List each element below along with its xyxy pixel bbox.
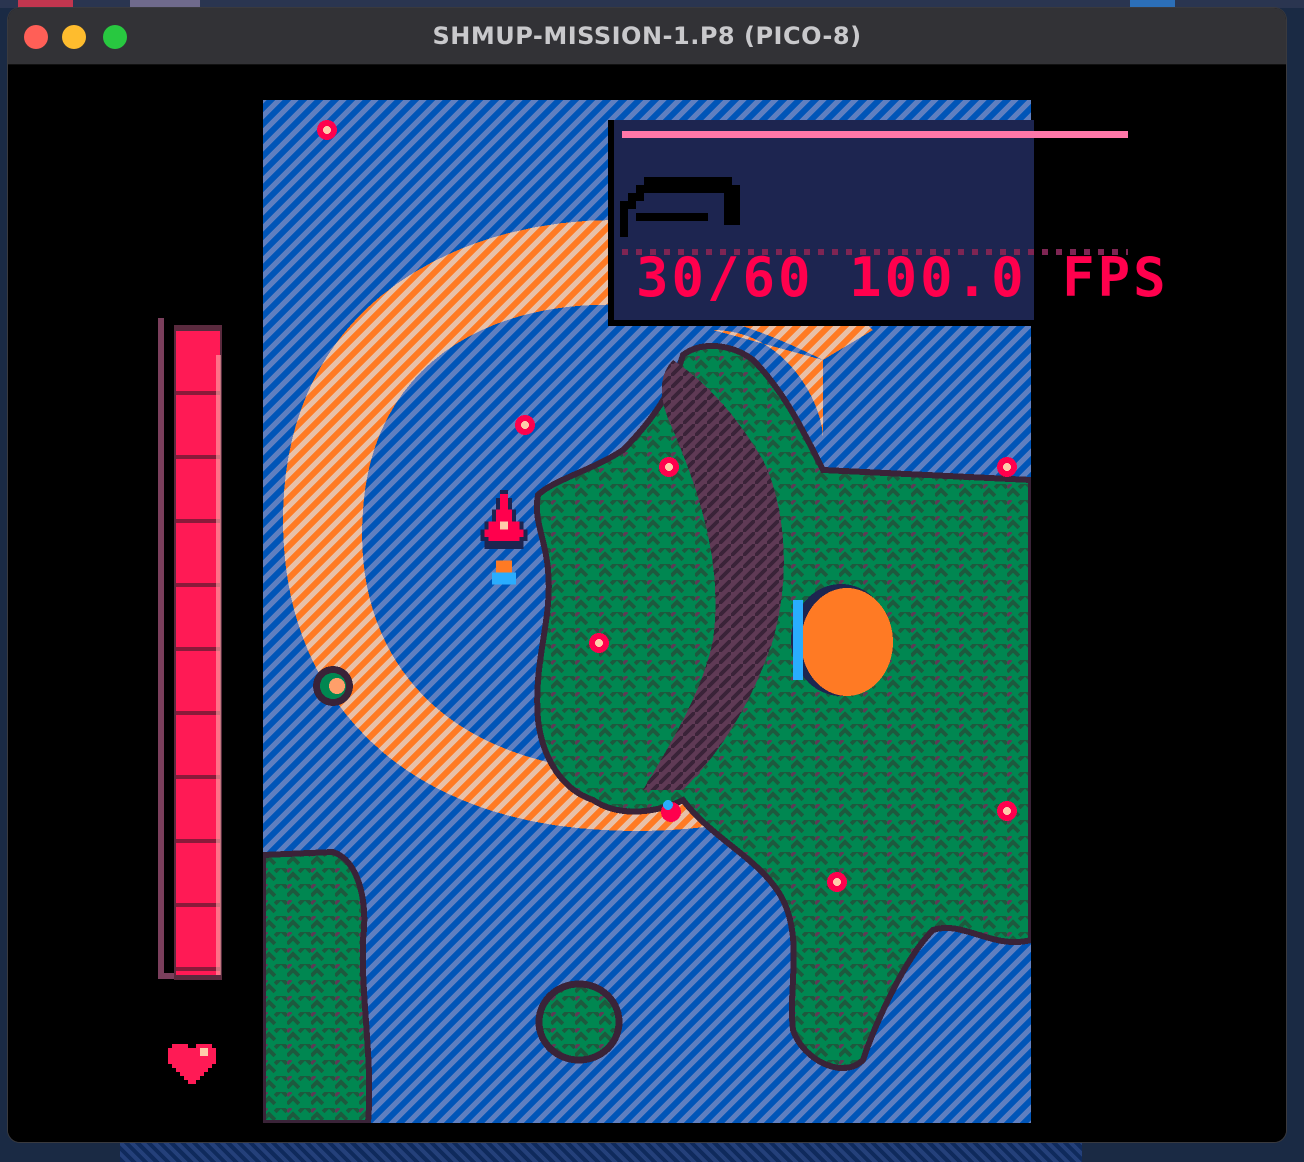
health-gauge-rail — [158, 318, 164, 978]
desktop-window-edge — [130, 0, 200, 8]
player-ship-icon — [480, 490, 528, 585]
pico8-window[interactable]: SHMUP-MISSION-1.P8 (PICO-8) 30/60 100.0 … — [8, 8, 1286, 1142]
heart-icon — [168, 1044, 216, 1084]
perf-cpu-bar — [622, 131, 1128, 138]
health-gauge-fill — [176, 331, 220, 975]
title-bar[interactable]: SHMUP-MISSION-1.P8 (PICO-8) — [8, 8, 1286, 65]
fps-readout: 30/60 100.0 FPS — [636, 246, 1169, 309]
health-gauge-shine — [216, 355, 221, 975]
window-title: SHMUP-MISSION-1.P8 (PICO-8) — [432, 22, 862, 50]
desktop-background — [0, 0, 1304, 8]
desktop-window-edge — [1130, 0, 1175, 8]
perf-graph-icon — [620, 177, 740, 237]
desktop-window-edge — [18, 0, 73, 8]
desktop-background — [120, 1142, 1082, 1162]
game-viewport[interactable]: 30/60 100.0 FPS — [8, 65, 1286, 1142]
